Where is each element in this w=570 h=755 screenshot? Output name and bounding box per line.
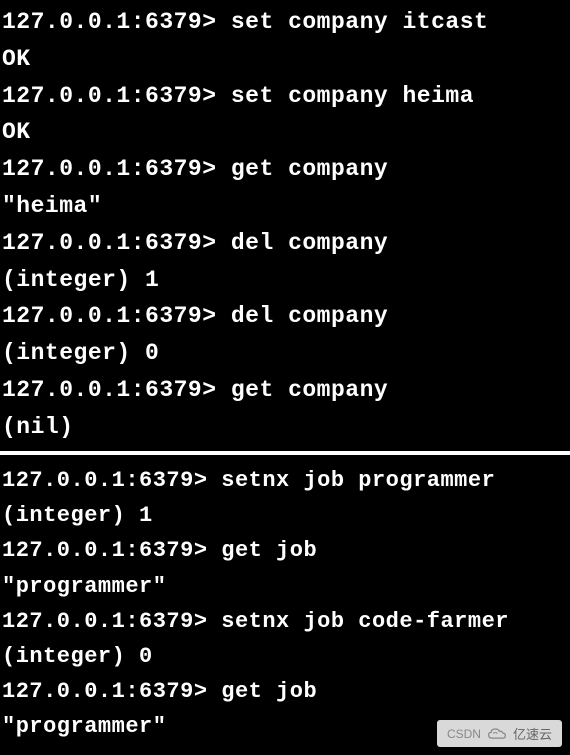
terminal-line: 127.0.0.1:6379> del company [2, 225, 568, 262]
prompt: 127.0.0.1:6379> [2, 156, 217, 182]
command-text: get company [231, 377, 388, 403]
terminal-output: OK [2, 41, 568, 78]
prompt: 127.0.0.1:6379> [2, 609, 208, 634]
terminal-output: OK [2, 114, 568, 151]
terminal-line: 127.0.0.1:6379> get company [2, 372, 568, 409]
terminal-output: (integer) 0 [2, 639, 568, 674]
prompt: 127.0.0.1:6379> [2, 303, 217, 329]
terminal-output: "programmer" [2, 569, 568, 604]
command-text: del company [231, 303, 388, 329]
command-text: del company [231, 230, 388, 256]
command-text: setnx job programmer [221, 468, 495, 493]
watermark-brand: 亿速云 [513, 724, 552, 743]
terminal-output: (integer) 0 [2, 335, 568, 372]
prompt: 127.0.0.1:6379> [2, 468, 208, 493]
terminal-session-1: 127.0.0.1:6379> set company itcast OK 12… [0, 0, 570, 455]
prompt: 127.0.0.1:6379> [2, 377, 217, 403]
command-text: get company [231, 156, 388, 182]
terminal-output: "heima" [2, 188, 568, 225]
terminal-line: 127.0.0.1:6379> set company heima [2, 78, 568, 115]
terminal-output: (nil) [2, 409, 568, 446]
terminal-line: 127.0.0.1:6379> setnx job programmer [2, 463, 568, 498]
terminal-line: 127.0.0.1:6379> del company [2, 298, 568, 335]
prompt: 127.0.0.1:6379> [2, 679, 208, 704]
terminal-output: (integer) 1 [2, 498, 568, 533]
watermark-badge: CSDN 亿速云 [437, 720, 562, 747]
command-text: get job [221, 679, 317, 704]
terminal-line: 127.0.0.1:6379> get job [2, 533, 568, 568]
prompt: 127.0.0.1:6379> [2, 230, 217, 256]
prompt: 127.0.0.1:6379> [2, 83, 217, 109]
prompt: 127.0.0.1:6379> [2, 9, 217, 35]
command-text: set company itcast [231, 9, 488, 35]
terminal-line: 127.0.0.1:6379> get job [2, 674, 568, 709]
prompt: 127.0.0.1:6379> [2, 538, 208, 563]
terminal-line: 127.0.0.1:6379> setnx job code-farmer [2, 604, 568, 639]
terminal-session-2: 127.0.0.1:6379> setnx job programmer (in… [0, 455, 570, 751]
cloud-icon [487, 727, 507, 741]
command-text: setnx job code-farmer [221, 609, 509, 634]
command-text: set company heima [231, 83, 474, 109]
terminal-line: 127.0.0.1:6379> set company itcast [2, 4, 568, 41]
watermark-source: CSDN [447, 727, 481, 741]
terminal-output: (integer) 1 [2, 262, 568, 299]
terminal-line: 127.0.0.1:6379> get company [2, 151, 568, 188]
command-text: get job [221, 538, 317, 563]
